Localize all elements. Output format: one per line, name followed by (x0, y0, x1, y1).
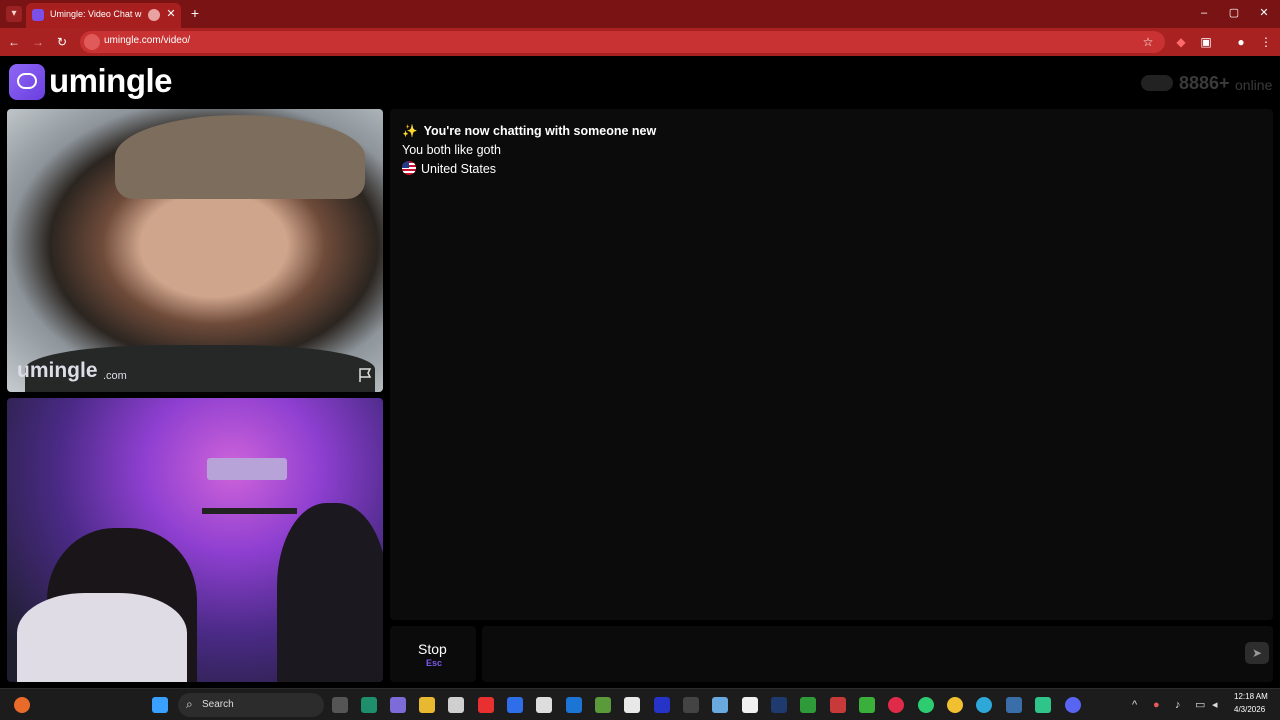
app-icon-3[interactable] (536, 697, 552, 713)
app-icon-1[interactable] (361, 697, 377, 713)
epic-games-icon[interactable] (683, 697, 699, 713)
close-window-button[interactable]: ✕ (1256, 5, 1272, 21)
reload-icon[interactable]: ↻ (54, 34, 70, 50)
outlook-icon[interactable] (566, 697, 582, 713)
online-count: 8886+ (1179, 73, 1230, 93)
widgets-icon[interactable] (14, 697, 30, 713)
edge-icon[interactable] (976, 697, 992, 713)
winrar-icon[interactable] (830, 697, 846, 713)
tray-app-icon[interactable]: ● (1153, 697, 1160, 713)
us-flag-icon (402, 161, 416, 175)
site-logo-text[interactable]: umingle (49, 62, 173, 100)
stop-button[interactable]: Stop Esc (390, 626, 476, 682)
xbox-icon[interactable] (800, 697, 816, 713)
restore-button[interactable]: ▢ (1226, 5, 1242, 21)
stranger-country: United States (402, 161, 496, 176)
taskbar: ⌕ Search ^ ● ♪ ▭ ◂ (0, 688, 1280, 720)
message-input[interactable] (482, 626, 1273, 682)
stop-shortcut-hint: Esc (426, 658, 443, 668)
clock-date[interactable]: 4/3/2026 (1234, 705, 1265, 714)
chrome-icon[interactable] (947, 697, 963, 713)
app-icon-8[interactable] (918, 697, 934, 713)
back-arrow-icon[interactable]: ← (6, 34, 22, 50)
send-button[interactable]: ➤ (1245, 642, 1269, 664)
url-text: umingle.com/video/ (104, 35, 191, 46)
umingle-logo-icon[interactable] (9, 64, 45, 100)
extension-icon[interactable]: ◆ (1173, 34, 1189, 50)
taskbar-search-label: Search (202, 699, 234, 710)
url-field[interactable]: umingle.com/video/ (80, 31, 1165, 53)
tab-umingle[interactable]: Umingle: Video Chat with S ✕ (26, 3, 181, 28)
app-icon-7[interactable] (712, 697, 728, 713)
stranger-video (7, 109, 383, 392)
forward-arrow-icon[interactable]: → (30, 34, 46, 50)
steam-icon-2[interactable] (1006, 697, 1022, 713)
video-watermark-domain: .com (103, 370, 127, 382)
browser-menu-icon[interactable]: ⋮ (1258, 34, 1274, 50)
dropbox-icon[interactable] (507, 697, 523, 713)
sparkle-icon: ✨ (402, 124, 418, 138)
app-icon-6[interactable] (654, 697, 670, 713)
address-bar-row: ← → ↻ umingle.com/video/ ☆ ◆ ▣ ● ⋮ (0, 28, 1280, 56)
file-explorer-icon[interactable] (419, 697, 435, 713)
search-icon: ⌕ (186, 697, 193, 711)
chat-log[interactable] (390, 109, 1273, 620)
store-icon[interactable] (448, 697, 464, 713)
profile-avatar-icon[interactable]: ● (1233, 34, 1249, 50)
discord-icon[interactable] (1065, 697, 1081, 713)
app-icon-9[interactable] (1035, 697, 1051, 713)
app-icon-2[interactable] (478, 697, 494, 713)
taskbar-search[interactable]: ⌕ Search (178, 693, 324, 717)
new-tab-button[interactable]: + (188, 5, 202, 21)
video-watermark: umingle (17, 359, 98, 382)
clock-time[interactable]: 12:18 AM (1234, 692, 1268, 701)
network-icon[interactable]: ▭ (1195, 697, 1205, 713)
app-icon-4[interactable] (595, 697, 611, 713)
microphone-icon[interactable]: ♪ (1175, 697, 1181, 713)
app-icon-5[interactable] (624, 697, 640, 713)
audio-playing-icon[interactable] (148, 9, 160, 21)
site-info-icon[interactable] (84, 34, 100, 50)
tab-title: Umingle: Video Chat with S (50, 9, 142, 19)
shared-interest-message: You both like goth (402, 143, 501, 157)
report-flag-icon[interactable] (357, 367, 373, 383)
chat-status-message: ✨ You're now chatting with someone new (402, 124, 657, 138)
minimize-button[interactable]: – (1196, 5, 1212, 21)
tab-strip: ▾ Umingle: Video Chat with S ✕ + – ▢ ✕ (0, 0, 1280, 28)
self-video (7, 398, 383, 682)
start-icon[interactable] (152, 697, 168, 713)
steam-icon[interactable] (771, 697, 787, 713)
close-tab-icon[interactable]: ✕ (164, 7, 178, 21)
extensions-puzzle-icon[interactable]: ▣ (1198, 34, 1214, 50)
online-label: online (1235, 77, 1273, 93)
file-icon[interactable] (742, 697, 758, 713)
tab-search-menu-icon[interactable]: ▾ (6, 6, 22, 22)
minecraft-icon[interactable] (859, 697, 875, 713)
umingle-favicon-icon (32, 9, 44, 21)
bookmark-star-icon[interactable]: ☆ (1140, 34, 1156, 50)
pinterest-icon[interactable] (888, 697, 904, 713)
volume-icon[interactable]: ◂ (1212, 697, 1218, 713)
tray-overflow-icon[interactable]: ^ (1132, 697, 1137, 713)
task-view-icon[interactable] (332, 697, 348, 713)
copilot-icon[interactable] (390, 697, 406, 713)
stop-button-label: Stop (418, 641, 447, 657)
online-toggle[interactable] (1141, 75, 1173, 91)
